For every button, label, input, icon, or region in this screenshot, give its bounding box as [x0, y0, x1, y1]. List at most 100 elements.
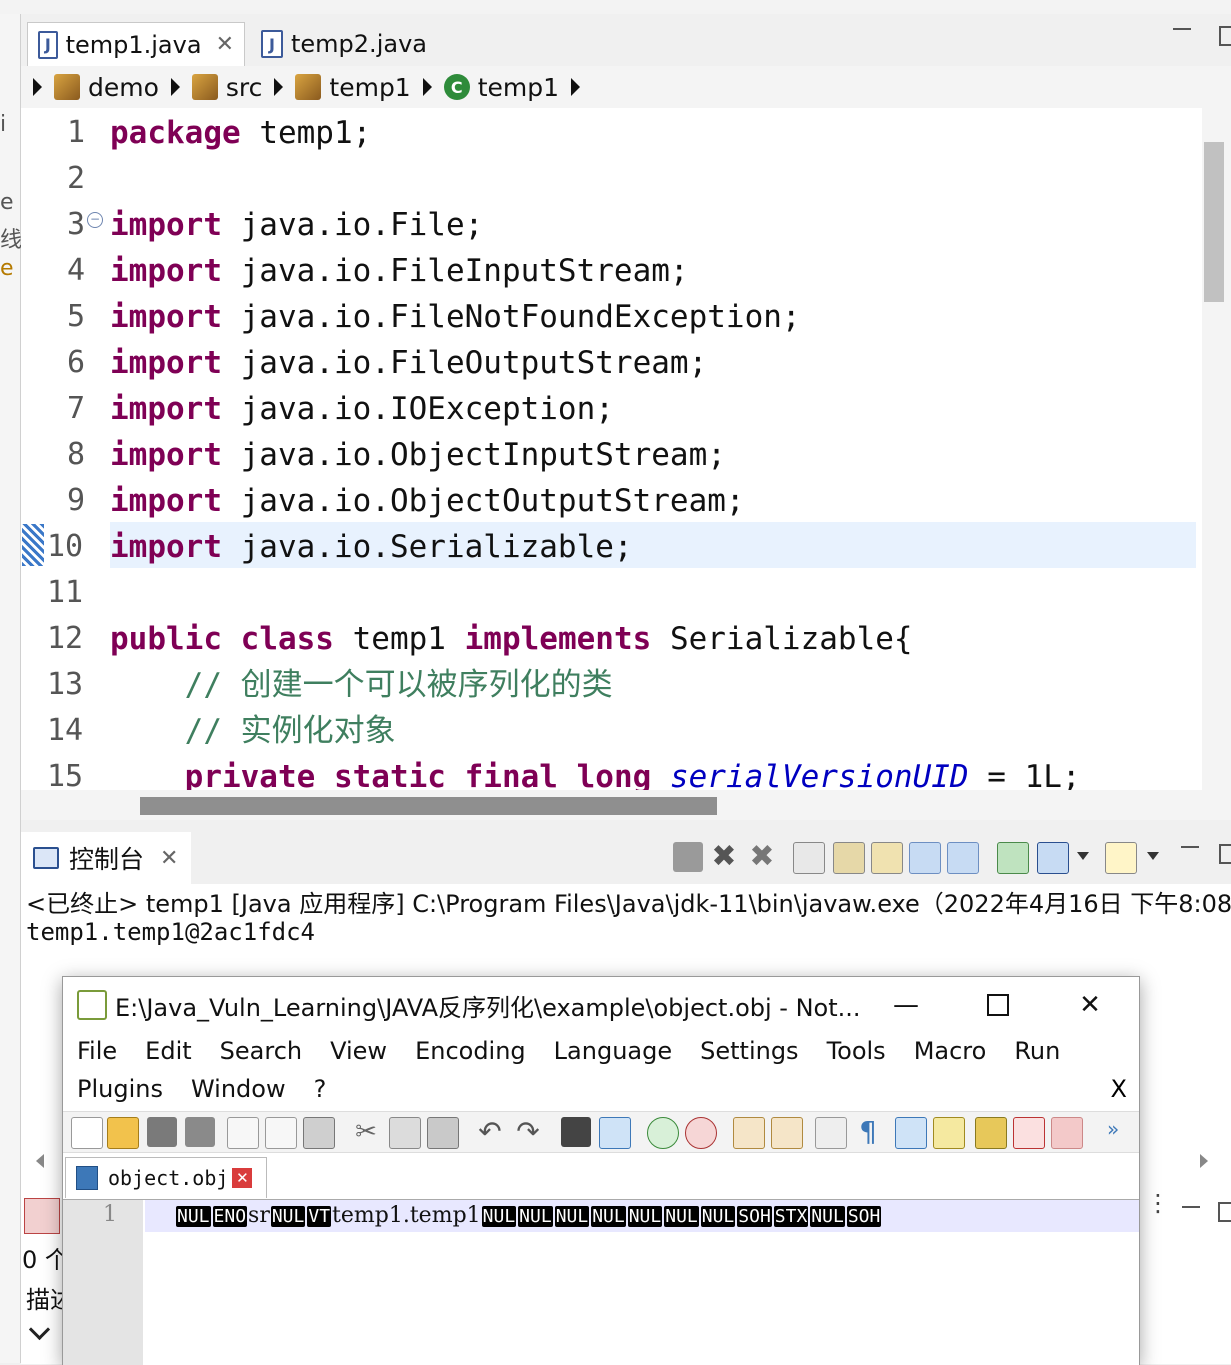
folder-as-workspace-icon[interactable]: [1051, 1117, 1083, 1149]
tab-object-obj[interactable]: object.obj ✕: [65, 1157, 267, 1198]
menu-item-file[interactable]: File: [77, 1037, 117, 1065]
code-line[interactable]: import java.io.IOException;: [110, 386, 614, 432]
replace-icon[interactable]: [599, 1117, 631, 1149]
save-icon[interactable]: [147, 1117, 177, 1147]
menu-item-tools[interactable]: Tools: [827, 1037, 886, 1065]
maximize-icon[interactable]: [1218, 1202, 1231, 1222]
word-wrap-icon[interactable]: [871, 842, 903, 874]
code-editor[interactable]: − 1 package temp1; 2 3 import java.io.File; 4…: [21, 108, 1231, 790]
chevron-down-icon[interactable]: [1147, 852, 1159, 860]
scroll-right-icon[interactable]: [1200, 1154, 1208, 1168]
breadcrumb-item-class[interactable]: temp1: [478, 73, 559, 102]
horizontal-scroll-thumb[interactable]: [140, 797, 717, 815]
minimize-icon[interactable]: [1173, 28, 1191, 30]
menu-item-edit[interactable]: Edit: [145, 1037, 191, 1065]
menu-item-window[interactable]: Window: [191, 1075, 286, 1103]
close-icon[interactable]: ✕: [160, 846, 178, 871]
document-map-icon[interactable]: [975, 1117, 1007, 1149]
code-line[interactable]: package temp1;: [110, 110, 371, 156]
minimize-icon[interactable]: [1182, 1206, 1200, 1208]
code-line[interactable]: import java.io.ObjectInputStream;: [110, 432, 726, 478]
chevron-down-icon[interactable]: [1077, 852, 1089, 860]
remove-launch-icon[interactable]: ✖: [709, 842, 739, 872]
show-all-chars-icon[interactable]: ¶: [853, 1117, 883, 1147]
zoom-in-icon[interactable]: [647, 1117, 679, 1149]
chevron-right-icon[interactable]: [571, 78, 581, 96]
problems-icon[interactable]: [24, 1198, 60, 1234]
print-icon[interactable]: [303, 1117, 335, 1149]
code-line[interactable]: // 实例化对象: [110, 708, 396, 754]
chevron-right-icon[interactable]: [274, 78, 284, 96]
display-console-icon[interactable]: [1037, 842, 1069, 874]
function-list-icon[interactable]: [1013, 1117, 1045, 1149]
tab-temp1-java[interactable]: J temp1.java ✕: [27, 22, 245, 66]
pin-console-icon[interactable]: [997, 842, 1029, 874]
menu-item-view[interactable]: View: [330, 1037, 387, 1065]
maximize-icon[interactable]: [1219, 26, 1231, 46]
find-icon[interactable]: [561, 1117, 591, 1147]
language-icon[interactable]: [933, 1117, 965, 1149]
notepad-editor[interactable]: 1 NUL ENOsr NUL VTtemp1.temp1 NUL NUL NUL NUL NU…: [63, 1199, 1139, 1365]
close-file-icon[interactable]: [227, 1117, 259, 1149]
zoom-out-icon[interactable]: [685, 1117, 717, 1149]
tab-console[interactable]: 控制台 ✕: [21, 832, 191, 884]
close-button[interactable]: ✕: [1065, 985, 1115, 1025]
undo-icon[interactable]: ↶: [475, 1117, 505, 1147]
open-console-icon[interactable]: [1105, 842, 1137, 874]
code-line[interactable]: private static final long serialVersionU…: [110, 754, 1081, 790]
terminate-icon[interactable]: [673, 842, 703, 872]
sync-horizontal-icon[interactable]: [771, 1117, 803, 1149]
code-line[interactable]: public class temp1 implements Serializab…: [110, 616, 913, 662]
code-line[interactable]: import java.io.ObjectOutputStream;: [110, 478, 745, 524]
clear-console-icon[interactable]: [793, 842, 825, 874]
menu-item-macro[interactable]: Macro: [914, 1037, 987, 1065]
breadcrumb-item-src[interactable]: src: [226, 73, 263, 102]
code-line[interactable]: // 创建一个可以被序列化的类: [110, 662, 613, 708]
show-stderr-icon[interactable]: [947, 842, 979, 874]
code-line[interactable]: import java.io.FileInputStream;: [110, 248, 689, 294]
code-line[interactable]: import java.io.FileNotFoundException;: [110, 294, 801, 340]
paste-icon[interactable]: [427, 1117, 459, 1149]
show-stdout-icon[interactable]: [909, 842, 941, 874]
minimize-icon[interactable]: [1181, 846, 1199, 848]
menu-item-plugins[interactable]: Plugins: [77, 1075, 163, 1103]
close-icon[interactable]: ✕: [232, 1168, 253, 1188]
new-file-icon[interactable]: [71, 1117, 103, 1149]
close-document-button[interactable]: X: [1111, 1075, 1127, 1103]
menu-item-encoding[interactable]: Encoding: [415, 1037, 526, 1065]
code-line[interactable]: import java.io.FileOutputStream;: [110, 340, 707, 386]
breadcrumb-item-demo[interactable]: demo: [88, 73, 159, 102]
vertical-scroll-thumb[interactable]: [1204, 142, 1224, 302]
maximize-icon[interactable]: [1219, 844, 1231, 864]
scroll-left-icon[interactable]: [36, 1154, 44, 1168]
code-line[interactable]: import java.io.File;: [110, 202, 483, 248]
indent-guide-icon[interactable]: [895, 1117, 927, 1149]
save-all-icon[interactable]: [185, 1117, 215, 1147]
word-wrap-icon[interactable]: [815, 1117, 847, 1149]
code-line[interactable]: import java.io.Serializable;: [110, 524, 633, 570]
chevron-right-icon[interactable]: [170, 78, 180, 96]
breadcrumb-item-package[interactable]: temp1: [329, 73, 410, 102]
menu-item-[interactable]: ?: [314, 1075, 327, 1103]
close-icon[interactable]: ✕: [216, 32, 234, 57]
scroll-lock-icon[interactable]: [833, 842, 865, 874]
close-all-icon[interactable]: [265, 1117, 297, 1149]
maximize-button[interactable]: [973, 985, 1023, 1025]
menu-item-search[interactable]: Search: [220, 1037, 302, 1065]
open-file-icon[interactable]: [107, 1117, 139, 1149]
minimize-button[interactable]: —: [881, 985, 931, 1025]
copy-icon[interactable]: [389, 1117, 421, 1149]
console-output[interactable]: temp1.temp1@2ac1fdc4: [26, 918, 315, 946]
menu-item-settings[interactable]: Settings: [700, 1037, 798, 1065]
chevron-right-icon[interactable]: [33, 78, 42, 96]
menu-item-language[interactable]: Language: [554, 1037, 672, 1065]
sync-vertical-icon[interactable]: [733, 1117, 765, 1149]
remove-all-icon[interactable]: ✖: [747, 842, 777, 872]
tab-temp2-java[interactable]: J temp2.java: [251, 22, 451, 66]
chevron-right-icon[interactable]: [422, 78, 432, 96]
more-options-icon[interactable]: ⋮: [1146, 1191, 1170, 1215]
cut-icon[interactable]: ✂: [351, 1117, 381, 1147]
redo-icon[interactable]: ↷: [513, 1117, 543, 1147]
menu-item-run[interactable]: Run: [1014, 1037, 1060, 1065]
toolbar-overflow-icon[interactable]: »: [1107, 1117, 1137, 1147]
